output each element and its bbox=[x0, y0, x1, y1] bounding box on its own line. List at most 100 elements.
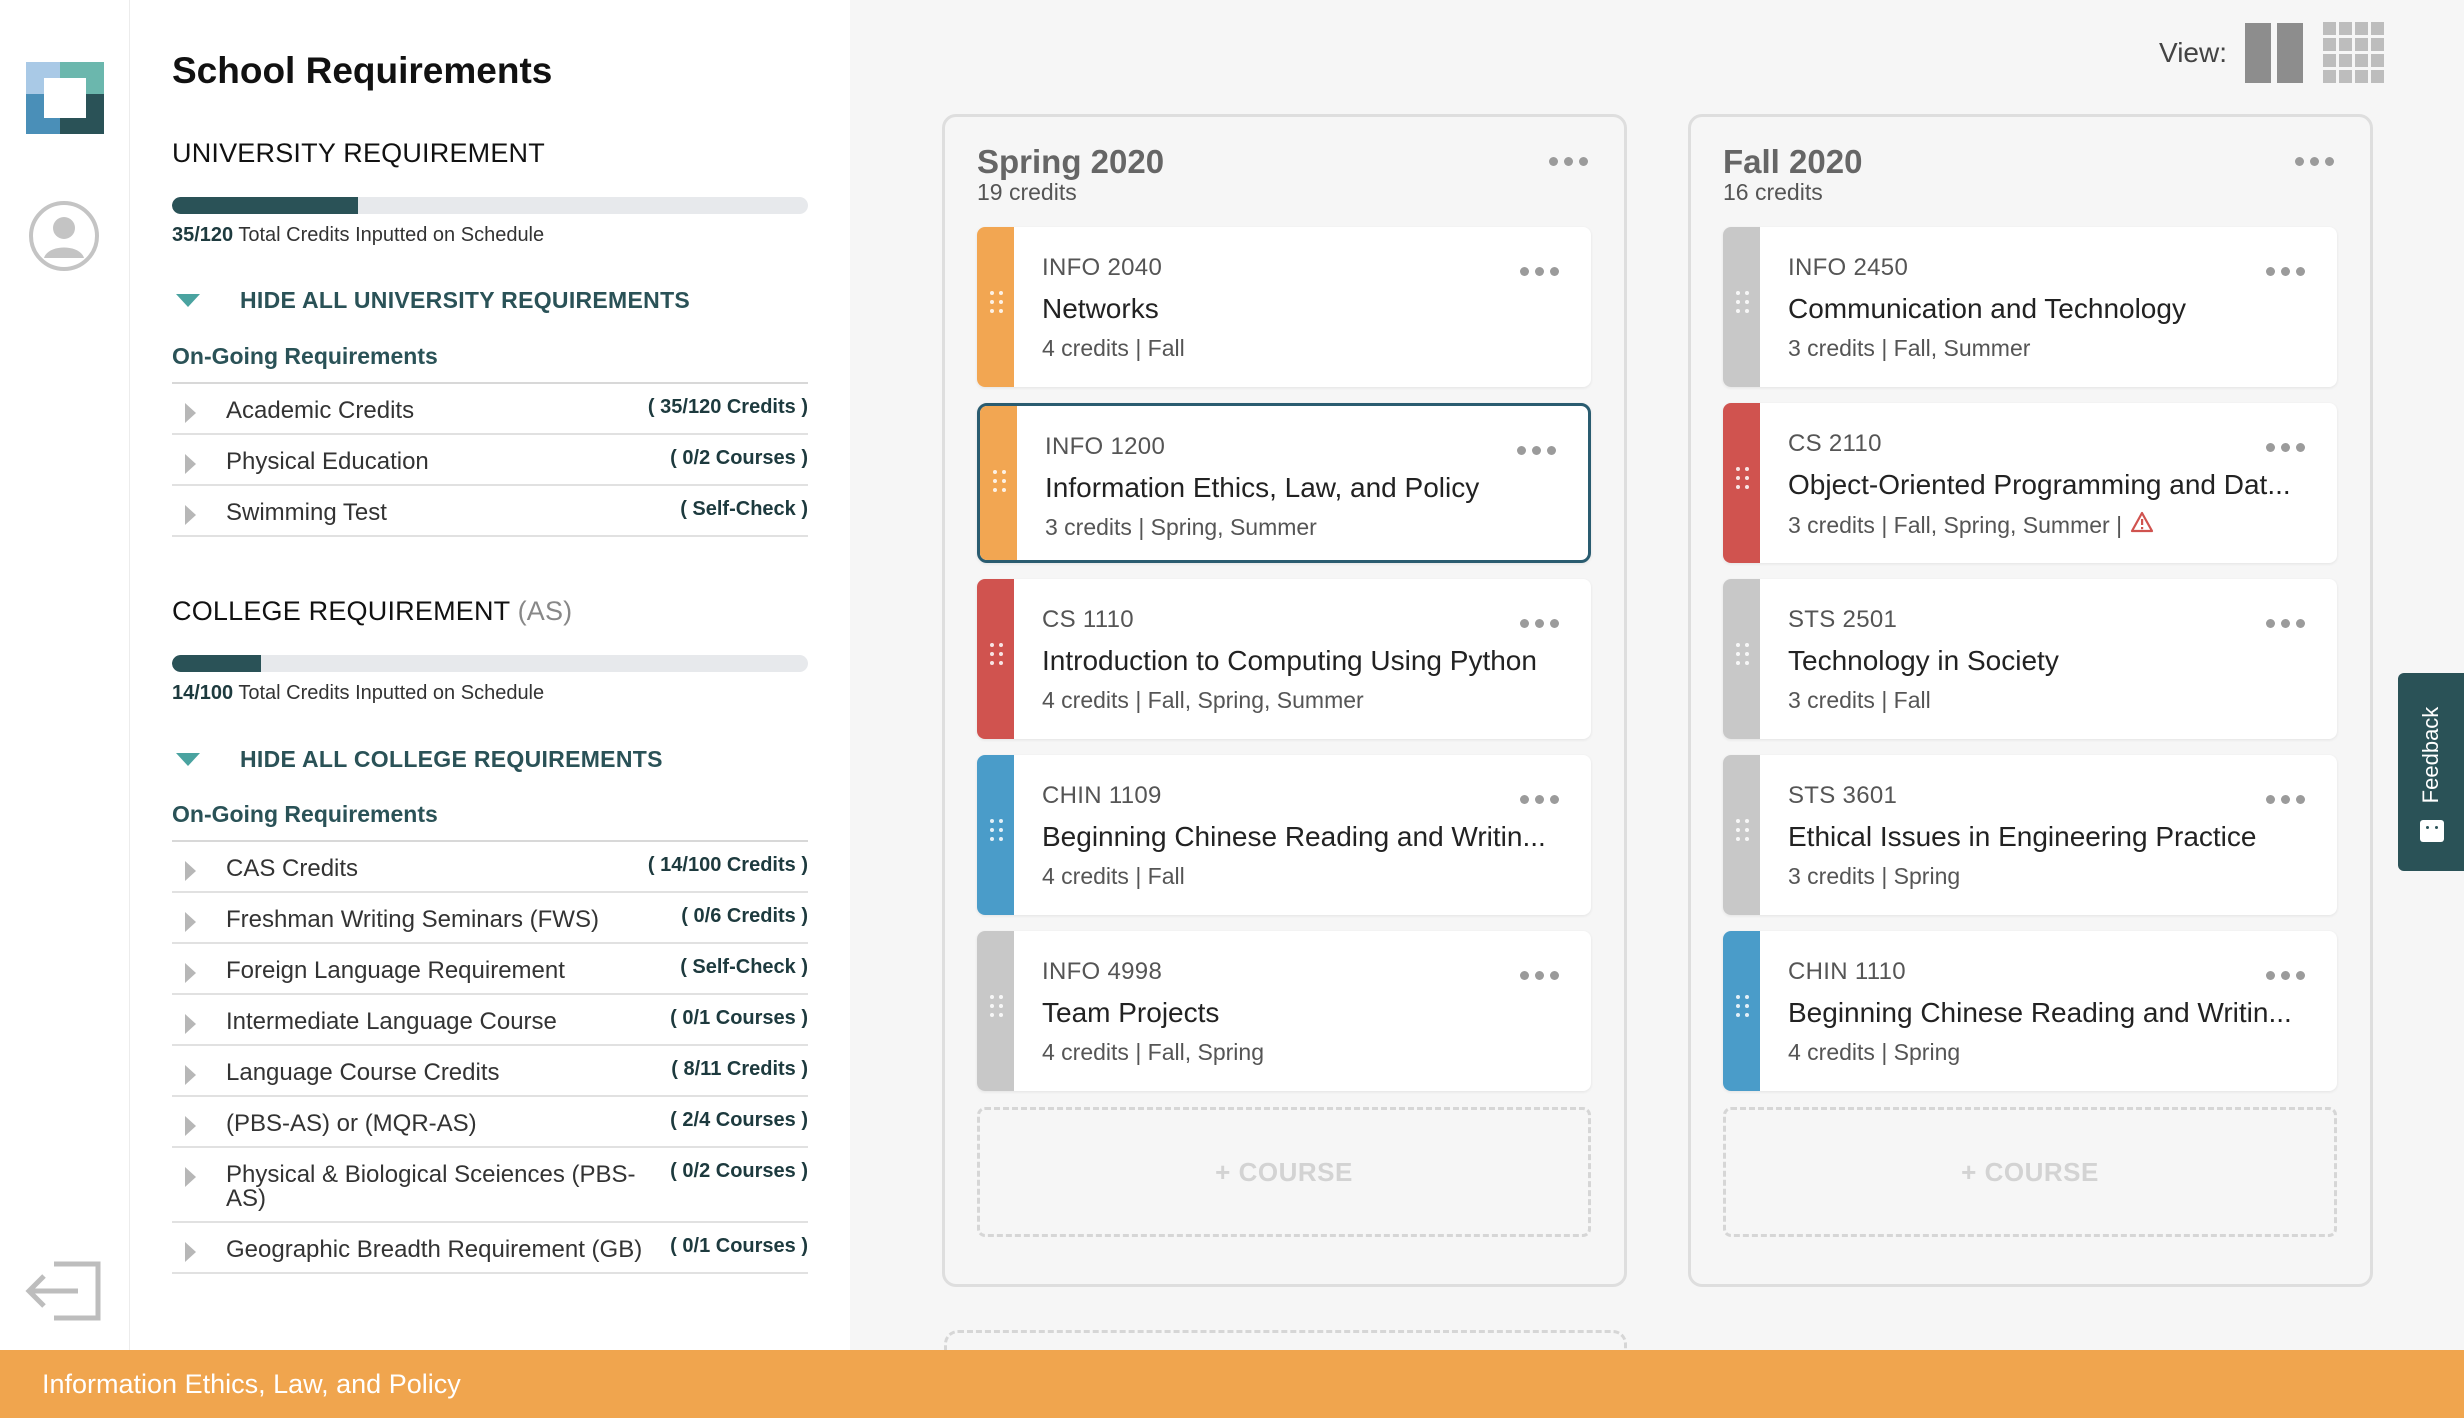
course-card[interactable]: INFO 2450 Communication and Technology 3 c… bbox=[1723, 227, 2337, 387]
course-card[interactable]: STS 2501 Technology in Society 3 credits |… bbox=[1723, 579, 2337, 739]
add-course-button[interactable]: + COURSE bbox=[977, 1107, 1591, 1237]
course-menu[interactable] bbox=[2266, 795, 2305, 804]
requirement-row[interactable]: Language Course Credits ( 8/11 Credits ) bbox=[172, 1046, 808, 1097]
warning-triangle-icon[interactable] bbox=[2130, 511, 2154, 539]
requirement-name: Physical Education bbox=[226, 448, 429, 475]
course-code: INFO 1200 bbox=[1045, 433, 1166, 460]
more-options-icon[interactable] bbox=[2266, 443, 2305, 452]
requirement-name: Language Course Credits bbox=[226, 1059, 500, 1086]
course-code: STS 3601 bbox=[1788, 782, 1898, 809]
course-card[interactable]: INFO 4998 Team Projects 4 credits | Fall, … bbox=[977, 931, 1591, 1091]
grid-view-icon[interactable] bbox=[2323, 22, 2384, 83]
more-options-icon[interactable] bbox=[1549, 157, 1588, 166]
requirement-row[interactable]: Geographic Breadth Requirement (GB) ( 0/1… bbox=[172, 1223, 808, 1274]
drag-handle-icon[interactable] bbox=[1736, 291, 1750, 313]
requirement-name: Geographic Breadth Requirement (GB) bbox=[226, 1236, 643, 1263]
course-menu[interactable] bbox=[1520, 267, 1559, 276]
course-meta-text: 3 credits | Fall, Summer bbox=[1788, 335, 2031, 361]
course-meta: 3 credits | Spring bbox=[1788, 863, 1960, 890]
course-code: INFO 2040 bbox=[1042, 254, 1163, 281]
requirement-row[interactable]: Academic Credits ( 35/120 Credits ) bbox=[172, 384, 808, 435]
college-ongoing-heading: On-Going Requirements bbox=[172, 801, 438, 827]
course-meta-text: 3 credits | Fall bbox=[1788, 687, 1931, 713]
requirement-row[interactable]: Freshman Writing Seminars (FWS) ( 0/6 Cre… bbox=[172, 893, 808, 944]
course-card[interactable]: CHIN 1109 Beginning Chinese Reading and W… bbox=[977, 755, 1591, 915]
requirement-name: Foreign Language Requirement bbox=[226, 957, 565, 984]
college-requirement-title: COLLEGE REQUIREMENT (AS) bbox=[172, 596, 573, 626]
app-logo-icon[interactable] bbox=[26, 62, 104, 134]
drag-handle-icon[interactable] bbox=[990, 995, 1004, 1017]
drag-handle-icon[interactable] bbox=[1736, 467, 1750, 489]
chevron-right-icon bbox=[185, 403, 196, 423]
requirement-row[interactable]: Physical & Biological Sceiences (PBS-AS)… bbox=[172, 1148, 808, 1223]
more-options-icon[interactable] bbox=[2295, 157, 2334, 166]
chevron-right-icon bbox=[185, 454, 196, 474]
course-code: STS 2501 bbox=[1788, 606, 1898, 633]
more-options-icon[interactable] bbox=[2266, 619, 2305, 628]
course-title: Team Projects bbox=[1042, 997, 1220, 1028]
course-menu[interactable] bbox=[1517, 446, 1556, 455]
requirement-value: ( Self-Check ) bbox=[680, 498, 808, 520]
semester-column: Fall 2020 16 credits INFO 2450 Communicatio… bbox=[1688, 114, 2373, 1287]
requirement-row[interactable]: Intermediate Language Course ( 0/1 Course… bbox=[172, 995, 808, 1046]
feedback-chat-icon bbox=[2420, 820, 2444, 842]
requirement-row[interactable]: CAS Credits ( 14/100 Credits ) bbox=[172, 842, 808, 893]
college-progress-label: 14/100 Total Credits Inputted on Schedul… bbox=[172, 682, 545, 704]
more-options-icon[interactable] bbox=[2266, 267, 2305, 276]
logout-icon[interactable] bbox=[24, 1258, 104, 1324]
requirement-value: ( 35/120 Credits ) bbox=[647, 396, 808, 418]
more-options-icon[interactable] bbox=[1520, 619, 1559, 628]
add-course-button[interactable]: + COURSE bbox=[1723, 1107, 2337, 1237]
more-options-icon[interactable] bbox=[1520, 795, 1559, 804]
course-menu[interactable] bbox=[2266, 971, 2305, 980]
more-options-icon[interactable] bbox=[1517, 446, 1556, 455]
drag-handle-icon[interactable] bbox=[990, 819, 1004, 841]
course-menu[interactable] bbox=[2266, 267, 2305, 276]
course-menu[interactable] bbox=[2266, 443, 2305, 452]
course-card[interactable]: STS 3601 Ethical Issues in Engineering Pr… bbox=[1723, 755, 2337, 915]
course-menu[interactable] bbox=[2266, 619, 2305, 628]
chevron-right-icon bbox=[185, 1116, 196, 1136]
feedback-tab[interactable]: Feedback bbox=[2398, 673, 2464, 871]
hide-college-requirements-toggle[interactable]: HIDE ALL COLLEGE REQUIREMENTS bbox=[172, 746, 663, 773]
requirement-value: ( 0/1 Courses ) bbox=[670, 1007, 808, 1029]
requirement-row[interactable]: Physical Education ( 0/2 Courses ) bbox=[172, 435, 808, 486]
chevron-right-icon bbox=[185, 963, 196, 983]
course-menu[interactable] bbox=[1520, 971, 1559, 980]
feedback-label: Feedback bbox=[2418, 706, 2443, 804]
course-card[interactable]: CS 1110 Introduction to Computing Using P… bbox=[977, 579, 1591, 739]
university-ongoing-heading: On-Going Requirements bbox=[172, 343, 438, 369]
more-options-icon[interactable] bbox=[2266, 795, 2305, 804]
selected-course-title: Information Ethics, Law, and Policy bbox=[42, 1369, 461, 1399]
course-card[interactable]: CHIN 1110 Beginning Chinese Reading and W… bbox=[1723, 931, 2337, 1091]
course-meta-text: 3 credits | Spring, Summer bbox=[1045, 514, 1317, 540]
course-menu[interactable] bbox=[1520, 795, 1559, 804]
drag-handle-icon[interactable] bbox=[990, 643, 1004, 665]
course-meta-text: 3 credits | Fall, Spring, Summer | bbox=[1788, 511, 2123, 538]
drag-handle-icon[interactable] bbox=[990, 291, 1004, 313]
semester-column: Spring 2020 19 credits INFO 2040 Networks 4 … bbox=[942, 114, 1627, 1287]
more-options-icon[interactable] bbox=[1520, 267, 1559, 276]
user-profile-icon[interactable] bbox=[28, 200, 100, 272]
chevron-right-icon bbox=[185, 505, 196, 525]
drag-handle-icon[interactable] bbox=[1736, 643, 1750, 665]
course-title: Networks bbox=[1042, 293, 1159, 324]
two-column-view-icon[interactable] bbox=[2245, 22, 2303, 83]
hide-university-requirements-toggle[interactable]: HIDE ALL UNIVERSITY REQUIREMENTS bbox=[172, 287, 690, 314]
drag-handle-icon[interactable] bbox=[1736, 995, 1750, 1017]
course-menu[interactable] bbox=[1520, 619, 1559, 628]
more-options-icon[interactable] bbox=[2266, 971, 2305, 980]
requirement-value: ( 2/4 Courses ) bbox=[670, 1109, 808, 1131]
course-card[interactable]: CS 2110 Object-Oriented Programming and D… bbox=[1723, 403, 2337, 563]
university-progress-bar bbox=[172, 197, 808, 214]
more-options-icon[interactable] bbox=[1520, 971, 1559, 980]
course-card[interactable]: INFO 2040 Networks 4 credits | Fall bbox=[977, 227, 1591, 387]
requirement-row[interactable]: (PBS-AS) or (MQR-AS) ( 2/4 Courses ) bbox=[172, 1097, 808, 1148]
course-card[interactable]: INFO 1200 Information Ethics, Law, and Po… bbox=[977, 403, 1591, 563]
requirement-row[interactable]: Foreign Language Requirement ( Self-Check… bbox=[172, 944, 808, 995]
requirement-row[interactable]: Swimming Test ( Self-Check ) bbox=[172, 486, 808, 537]
semester-menu[interactable] bbox=[2295, 157, 2334, 166]
semester-menu[interactable] bbox=[1549, 157, 1588, 166]
drag-handle-icon[interactable] bbox=[1736, 819, 1750, 841]
drag-handle-icon[interactable] bbox=[993, 470, 1007, 492]
